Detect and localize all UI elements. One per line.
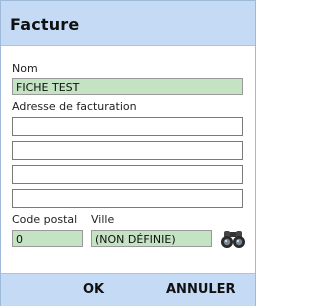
binoculars-icon[interactable]: [220, 229, 246, 249]
dialog-header: Facture: [1, 1, 255, 46]
adresse-line-3[interactable]: [12, 165, 243, 184]
nom-field[interactable]: FICHE TEST: [12, 78, 243, 95]
adresse-label: Adresse de facturation: [12, 100, 137, 113]
nom-label: Nom: [12, 62, 38, 75]
dialog-title: Facture: [10, 15, 80, 34]
ok-button[interactable]: OK: [83, 282, 104, 297]
facture-dialog: Facture Nom FICHE TEST Adresse de factur…: [0, 0, 256, 306]
code-postal-field[interactable]: 0: [12, 230, 83, 247]
adresse-line-2[interactable]: [12, 141, 243, 160]
adresse-line-4[interactable]: [12, 189, 243, 208]
cancel-button[interactable]: ANNULER: [166, 282, 236, 297]
dialog-footer: OK ANNULER: [1, 273, 255, 306]
adresse-line-1[interactable]: [12, 117, 243, 136]
ville-label: Ville: [91, 213, 115, 226]
ville-field[interactable]: (NON DÉFINIE): [91, 230, 212, 247]
code-postal-label: Code postal: [12, 213, 78, 226]
